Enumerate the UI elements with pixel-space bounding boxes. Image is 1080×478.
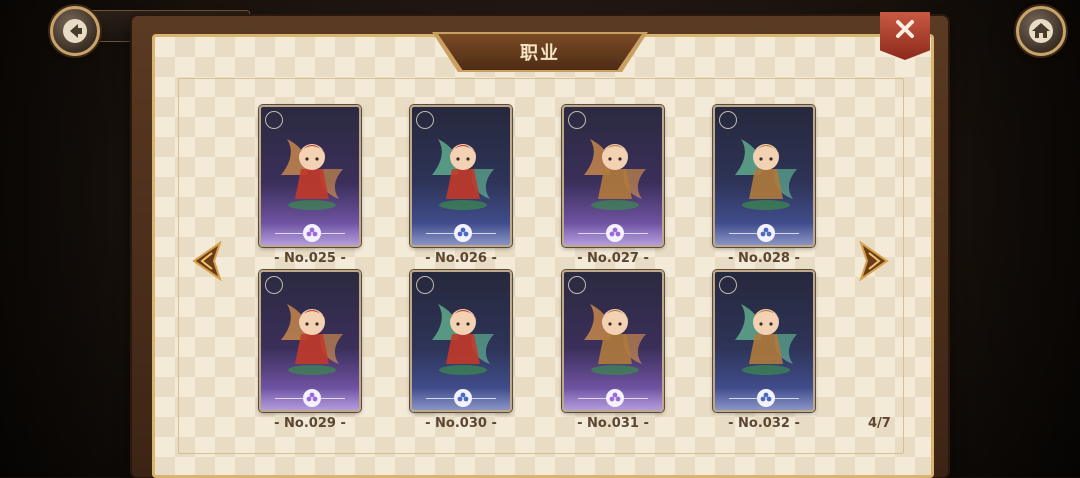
- character-card[interactable]: [410, 105, 512, 247]
- dialog-title: 职业: [520, 43, 560, 64]
- character-portrait: [735, 139, 797, 210]
- class-icon: [303, 389, 321, 407]
- character-card[interactable]: [259, 105, 361, 247]
- prev-arrow-icon: [192, 240, 222, 282]
- character-card[interactable]: [562, 270, 664, 412]
- home-button[interactable]: [1016, 6, 1066, 56]
- character-card[interactable]: [713, 105, 815, 247]
- clover-icon: [306, 392, 318, 402]
- clover-icon: [609, 392, 621, 402]
- back-arrow-icon: [63, 19, 87, 43]
- character-portrait: [735, 304, 797, 375]
- character-card[interactable]: [562, 105, 664, 247]
- character-portrait: [281, 139, 343, 210]
- character-card[interactable]: [410, 270, 512, 412]
- next-page-button[interactable]: [855, 240, 891, 282]
- close-button[interactable]: [880, 12, 930, 60]
- home-icon: [1029, 19, 1053, 43]
- character-portrait: [584, 304, 646, 375]
- title-tab: 职业: [438, 34, 642, 70]
- prev-page-button[interactable]: [190, 240, 226, 282]
- clover-icon: [306, 227, 318, 237]
- character-portrait: [432, 304, 494, 375]
- class-icon: [606, 224, 624, 242]
- card-number-label: - No.032 -: [728, 416, 800, 431]
- close-x-icon: [896, 20, 914, 38]
- clover-icon: [457, 392, 469, 402]
- class-icon: [757, 224, 775, 242]
- clover-icon: [609, 227, 621, 237]
- class-icon: [454, 389, 472, 407]
- character-card[interactable]: [259, 270, 361, 412]
- clover-icon: [760, 392, 772, 402]
- card-number-label: - No.028 -: [728, 251, 800, 266]
- character-card[interactable]: [713, 270, 815, 412]
- card-number-label: - No.026 -: [425, 251, 497, 266]
- next-arrow-icon: [859, 240, 889, 282]
- back-button[interactable]: [50, 6, 100, 56]
- card-number-label: - No.029 -: [274, 416, 346, 431]
- page-indicator: 4/7: [868, 416, 891, 431]
- class-icon: [606, 389, 624, 407]
- character-portrait: [584, 139, 646, 210]
- card-number-label: - No.027 -: [577, 251, 649, 266]
- clover-icon: [760, 227, 772, 237]
- class-icon: [454, 224, 472, 242]
- clover-icon: [457, 227, 469, 237]
- character-portrait: [432, 139, 494, 210]
- card-number-label: - No.030 -: [425, 416, 497, 431]
- card-number-label: - No.031 -: [577, 416, 649, 431]
- character-portrait: [281, 304, 343, 375]
- class-icon: [757, 389, 775, 407]
- card-number-label: - No.025 -: [274, 251, 346, 266]
- class-icon: [303, 224, 321, 242]
